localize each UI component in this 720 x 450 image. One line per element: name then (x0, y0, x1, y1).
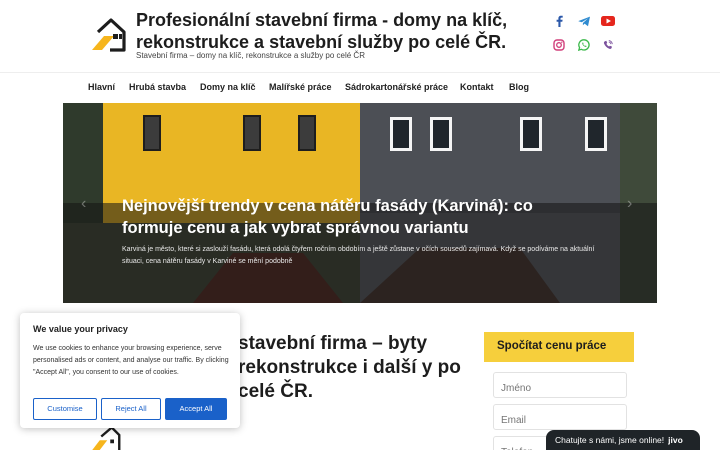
accept-all-button[interactable]: Accept All (165, 398, 227, 420)
site-tagline: Stavební firma – domy na klíč, rekonstru… (136, 51, 365, 60)
nav-item-blog[interactable]: Blog (509, 82, 529, 92)
cookie-text: We use cookies to enhance your browsing … (33, 345, 229, 376)
slider-prev-arrow-icon[interactable]: ‹ (81, 195, 95, 212)
viber-icon[interactable] (601, 38, 615, 52)
nav-item-hruba-stavba[interactable]: Hrubá stavba (129, 82, 186, 92)
reject-all-button[interactable]: Reject All (101, 398, 161, 420)
nav-item-malirske-prace[interactable]: Malířské práce (269, 82, 332, 92)
whatsapp-icon[interactable] (577, 38, 591, 52)
house-logo-icon[interactable] (88, 14, 126, 54)
site-header: Profesionální stavební firma - domy na k… (0, 0, 720, 70)
youtube-icon[interactable] (601, 14, 615, 28)
nav-item-hlavni[interactable]: Hlavní (88, 82, 115, 92)
cookie-title: We value your privacy (33, 324, 128, 334)
slider-next-arrow-icon[interactable]: › (627, 195, 641, 212)
chat-label: Chatujte s námi, jsme online! (555, 435, 665, 445)
email-field[interactable] (493, 404, 627, 430)
nav-item-sadrokartonarske-prace[interactable]: Sádrokartonářské práce (345, 82, 448, 92)
name-field[interactable] (493, 372, 627, 398)
hero-title[interactable]: Nejnovější trendy v cena nátěru fasády (… (122, 195, 592, 239)
hero-excerpt: Karviná je město, které si zaslouží fasá… (122, 246, 595, 265)
site-title[interactable]: Profesionální stavební firma - domy na k… (136, 9, 536, 53)
telegram-icon[interactable] (577, 14, 591, 28)
hero-slider[interactable]: ‹ › Nejnovější trendy v cena nátěru fasá… (63, 103, 657, 303)
main-heading: stavební firma – byty rekonstrukce i dal… (238, 333, 461, 402)
instagram-icon[interactable] (552, 38, 566, 52)
chat-widget[interactable]: Chatujte s námi, jsme online! jivo (546, 430, 700, 450)
jivo-logo: jivo (668, 435, 683, 445)
nav-item-kontakt[interactable]: Kontakt (460, 82, 494, 92)
nav-item-domy-na-klic[interactable]: Domy na klíč (200, 82, 256, 92)
customise-button[interactable]: Customise (33, 398, 97, 420)
main-nav: Hlavní Hrubá stavba Domy na klíč Malířsk… (0, 72, 720, 102)
cookie-consent-banner: We value your privacy We use cookies to … (20, 313, 240, 428)
page: Profesionální stavební firma - domy na k… (0, 0, 720, 450)
widget-title: Spočítat cenu práce (484, 332, 634, 362)
facebook-icon[interactable] (552, 14, 566, 28)
